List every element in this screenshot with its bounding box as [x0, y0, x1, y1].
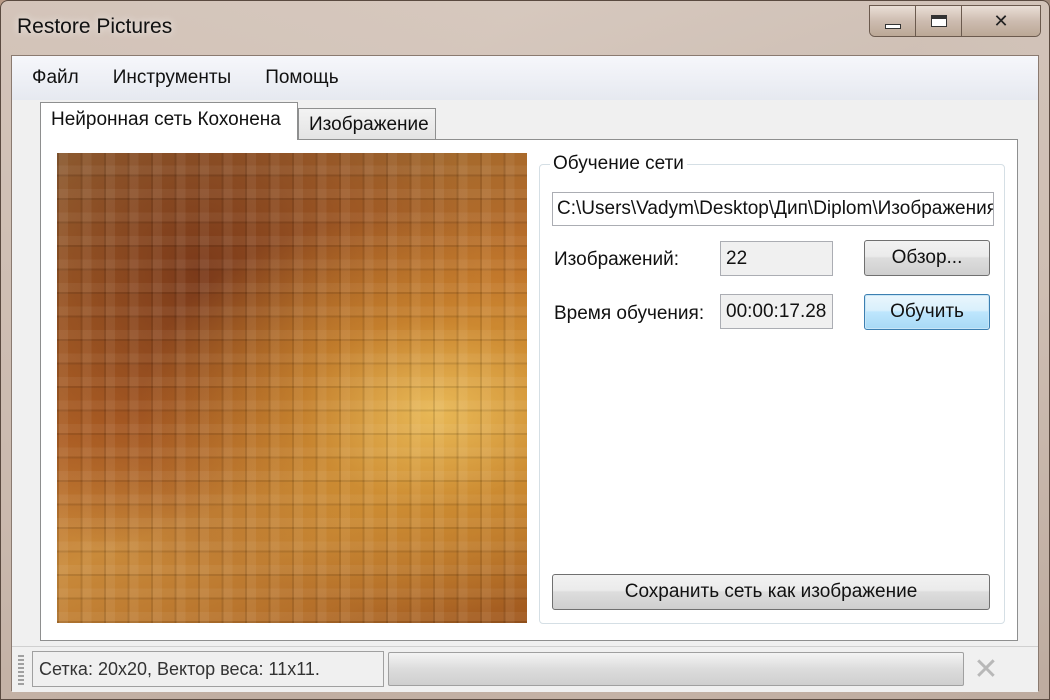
minimize-button[interactable] [870, 6, 916, 36]
train-button[interactable]: Обучить [864, 294, 990, 330]
menu-help[interactable]: Помощь [265, 67, 338, 89]
menu-tools[interactable]: Инструменты [113, 67, 231, 89]
training-time-label: Время обучения: [554, 303, 705, 324]
window-title: Restore Pictures [17, 15, 173, 38]
images-count-field: 22 [720, 241, 833, 276]
minimize-icon [884, 23, 901, 29]
training-time-field: 00:00:17.28 [720, 294, 833, 329]
training-group-title: Обучение сети [550, 153, 687, 175]
tab-panel-kohonen: Обучение сети C:\Users\Vadym\Desktop\Дип… [40, 139, 1018, 641]
images-path-field[interactable]: C:\Users\Vadym\Desktop\Дип\Diplom\Изобра… [552, 192, 994, 226]
status-text: Сетка: 20x20, Вектор веса: 11x11. [32, 651, 384, 687]
browse-button[interactable]: Обзор... [864, 240, 990, 276]
app-window: Restore Pictures ✕ Файл Инструменты Помо… [0, 0, 1050, 700]
tab-kohonen-network[interactable]: Нейронная сеть Кохонена [40, 102, 298, 140]
images-count-label: Изображений: [554, 249, 680, 270]
cancel-icon[interactable]: ✕ [970, 653, 1002, 686]
close-button[interactable]: ✕ [962, 6, 1040, 36]
client-area: Файл Инструменты Помощь Нейронная сеть К… [11, 55, 1039, 692]
training-groupbox: Обучение сети C:\Users\Vadym\Desktop\Дип… [539, 153, 1005, 624]
tab-image[interactable]: Изображение [298, 108, 436, 140]
close-icon: ✕ [993, 10, 1009, 31]
maximize-icon [930, 15, 947, 27]
title-bar[interactable]: Restore Pictures ✕ [1, 1, 1050, 55]
status-grip-icon [18, 655, 24, 685]
maximize-button[interactable] [916, 6, 962, 36]
som-weights-image [57, 153, 527, 623]
menu-file[interactable]: Файл [32, 67, 79, 89]
menu-bar: Файл Инструменты Помощь [12, 56, 1038, 100]
status-bar: Сетка: 20x20, Вектор веса: 11x11. ✕ [12, 646, 1038, 692]
caption-buttons: ✕ [869, 5, 1041, 37]
progress-bar [388, 652, 964, 686]
save-network-image-button[interactable]: Сохранить сеть как изображение [552, 574, 990, 610]
